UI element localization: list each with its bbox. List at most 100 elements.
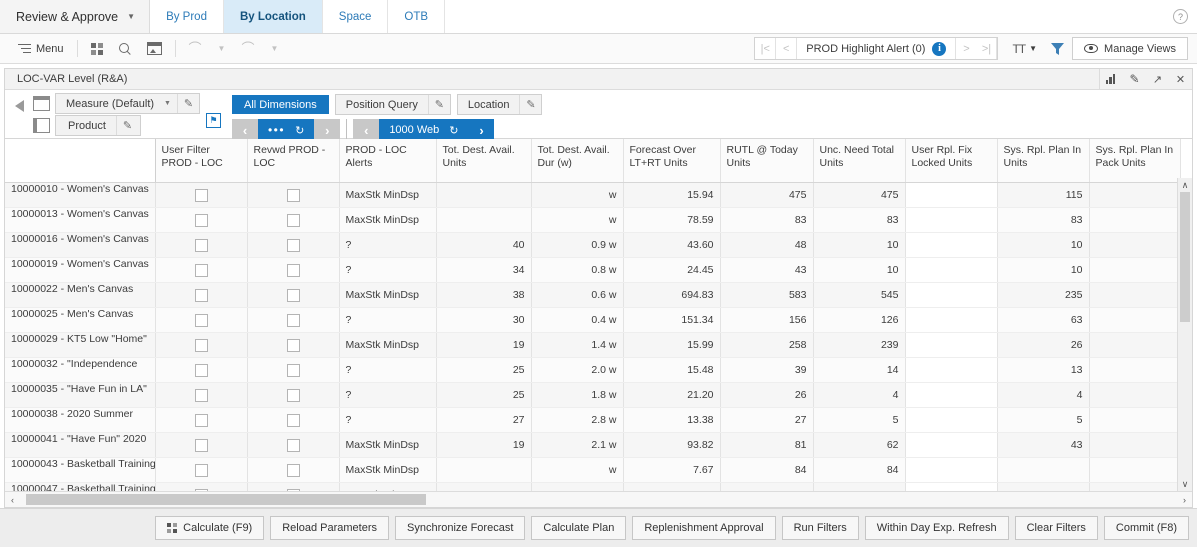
plan-in-cell[interactable]: 43 xyxy=(997,433,1089,458)
revwd-cell[interactable] xyxy=(247,458,339,483)
forecast-cell[interactable]: 13.38 xyxy=(623,408,720,433)
rutl-cell[interactable]: 83 xyxy=(720,208,813,233)
forecast-cell[interactable]: 7.67 xyxy=(623,458,720,483)
revwd-cell[interactable] xyxy=(247,208,339,233)
alerts-cell[interactable]: ? xyxy=(339,408,436,433)
unc-need-cell[interactable]: 10 xyxy=(813,233,905,258)
nav-next-button[interactable]: > xyxy=(955,38,976,59)
plan-in-pack-cell[interactable] xyxy=(1089,483,1180,492)
forecast-cell[interactable]: 93.82 xyxy=(623,433,720,458)
revwd-cell[interactable] xyxy=(247,283,339,308)
alerts-cell[interactable]: ? xyxy=(339,358,436,383)
avail-units-cell[interactable]: 19 xyxy=(436,333,531,358)
avail-dur-cell[interactable]: 2.0 w xyxy=(531,358,623,383)
tab-otb[interactable]: OTB xyxy=(388,0,445,33)
rutl-cell[interactable]: 84 xyxy=(720,458,813,483)
revwd-cell[interactable] xyxy=(247,358,339,383)
avail-units-cell[interactable]: 19 xyxy=(436,433,531,458)
revwd-cell[interactable] xyxy=(247,233,339,258)
revwd-cell[interactable] xyxy=(247,183,339,208)
table-row[interactable]: 10000013 - Women's CanvasMaxStk MinDspw7… xyxy=(5,208,1180,233)
window-button[interactable] xyxy=(139,38,170,60)
user-filter-cell[interactable] xyxy=(155,233,247,258)
avail-units-cell[interactable] xyxy=(436,458,531,483)
avail-units-cell[interactable]: 25 xyxy=(436,358,531,383)
col-sys-rpl-plan-in-units[interactable]: Sys. Rpl. Plan In Units xyxy=(997,139,1089,183)
revwd-cell[interactable] xyxy=(247,333,339,358)
rutl-cell[interactable]: 81 xyxy=(720,433,813,458)
avail-dur-cell[interactable]: 0.9 w xyxy=(531,233,623,258)
plan-in-pack-cell[interactable] xyxy=(1089,433,1180,458)
checkbox-icon[interactable] xyxy=(195,414,208,427)
rutl-cell[interactable]: 475 xyxy=(720,183,813,208)
location-prev-button[interactable]: ‹ xyxy=(353,119,379,141)
avail-units-cell[interactable]: 40 xyxy=(436,233,531,258)
checkbox-icon[interactable] xyxy=(287,189,300,202)
checkbox-icon[interactable] xyxy=(195,239,208,252)
nav-last-button[interactable]: >| xyxy=(976,38,997,59)
table-row[interactable]: 10000047 - Basketball TrainingMaxStk Min… xyxy=(5,483,1180,492)
location-chip[interactable]: Location ✎ xyxy=(457,94,543,115)
forecast-cell[interactable]: 151.34 xyxy=(623,308,720,333)
pager-next-button[interactable]: › xyxy=(314,119,340,141)
filter-button[interactable] xyxy=(1043,38,1072,60)
avail-dur-cell[interactable]: w xyxy=(531,483,623,492)
scroll-left-button[interactable]: ‹ xyxy=(5,492,20,507)
rutl-cell[interactable]: 27 xyxy=(720,408,813,433)
table-row[interactable]: 10000019 - Women's Canvas?340.8 w24.4543… xyxy=(5,258,1180,283)
col-user-rpl-fix-locked-units[interactable]: User Rpl. Fix Locked Units xyxy=(905,139,997,183)
forecast-cell[interactable]: 43.60 xyxy=(623,233,720,258)
product-chip[interactable]: Product ✎ xyxy=(55,115,141,136)
action-button-calculate-f9[interactable]: Calculate (F9) xyxy=(155,516,264,540)
pager-prev-button[interactable]: ‹ xyxy=(232,119,258,141)
user-filter-cell[interactable] xyxy=(155,383,247,408)
action-button-replenishment-approval[interactable]: Replenishment Approval xyxy=(632,516,775,540)
position-query-edit-button[interactable]: ✎ xyxy=(428,95,450,114)
table-row[interactable]: 10000022 - Men's CanvasMaxStk MinDsp380.… xyxy=(5,283,1180,308)
table-row[interactable]: 10000029 - KT5 Low "Home"MaxStk MinDsp19… xyxy=(5,333,1180,358)
fix-locked-cell[interactable] xyxy=(905,258,997,283)
fix-locked-cell[interactable] xyxy=(905,208,997,233)
user-filter-cell[interactable] xyxy=(155,408,247,433)
menu-button[interactable]: Menu xyxy=(10,38,72,60)
col-tot-dest-avail-units[interactable]: Tot. Dest. Avail. Units xyxy=(436,139,531,183)
close-button[interactable]: ✕ xyxy=(1169,69,1192,89)
location-next-button[interactable]: › xyxy=(468,119,494,141)
forecast-cell[interactable]: 24.45 xyxy=(623,258,720,283)
plan-in-cell[interactable]: 83 xyxy=(997,208,1089,233)
alerts-cell[interactable]: MaxStk MinDsp xyxy=(339,483,436,492)
avail-dur-cell[interactable]: w xyxy=(531,208,623,233)
forecast-cell[interactable]: 21.20 xyxy=(623,383,720,408)
checkbox-icon[interactable] xyxy=(287,364,300,377)
tab-space[interactable]: Space xyxy=(323,0,389,33)
plan-in-cell[interactable]: 115 xyxy=(997,183,1089,208)
checkbox-icon[interactable] xyxy=(287,264,300,277)
nav-first-button[interactable]: |< xyxy=(755,38,776,59)
avail-units-cell[interactable] xyxy=(436,208,531,233)
alerts-cell[interactable]: ? xyxy=(339,383,436,408)
action-button-calculate-plan[interactable]: Calculate Plan xyxy=(531,516,626,540)
unc-need-cell[interactable]: 126 xyxy=(813,308,905,333)
user-filter-cell[interactable] xyxy=(155,208,247,233)
alerts-cell[interactable]: ? xyxy=(339,233,436,258)
fix-locked-cell[interactable] xyxy=(905,483,997,492)
fix-locked-cell[interactable] xyxy=(905,358,997,383)
plan-in-pack-cell[interactable] xyxy=(1089,208,1180,233)
avail-units-cell[interactable]: 25 xyxy=(436,383,531,408)
avail-dur-cell[interactable]: 1.8 w xyxy=(531,383,623,408)
edit-button[interactable]: ✎ xyxy=(1123,69,1146,89)
redo-button[interactable]: ⌒ xyxy=(233,38,262,60)
col-unc-need-total-units[interactable]: Unc. Need Total Units xyxy=(813,139,905,183)
avail-dur-cell[interactable]: 0.4 w xyxy=(531,308,623,333)
checkbox-icon[interactable] xyxy=(287,339,300,352)
revwd-cell[interactable] xyxy=(247,483,339,492)
plan-in-pack-cell[interactable] xyxy=(1089,333,1180,358)
help-button[interactable]: ? xyxy=(1164,0,1197,33)
checkbox-icon[interactable] xyxy=(195,389,208,402)
checkbox-icon[interactable] xyxy=(195,264,208,277)
horizontal-scroll-track[interactable] xyxy=(20,492,1177,507)
forecast-cell[interactable]: 15.48 xyxy=(623,358,720,383)
fix-locked-cell[interactable] xyxy=(905,233,997,258)
table-row[interactable]: 10000025 - Men's Canvas?300.4 w151.34156… xyxy=(5,308,1180,333)
data-grid-scroll[interactable]: User Filter PROD - LOC Revwd PROD - LOC … xyxy=(5,139,1192,491)
